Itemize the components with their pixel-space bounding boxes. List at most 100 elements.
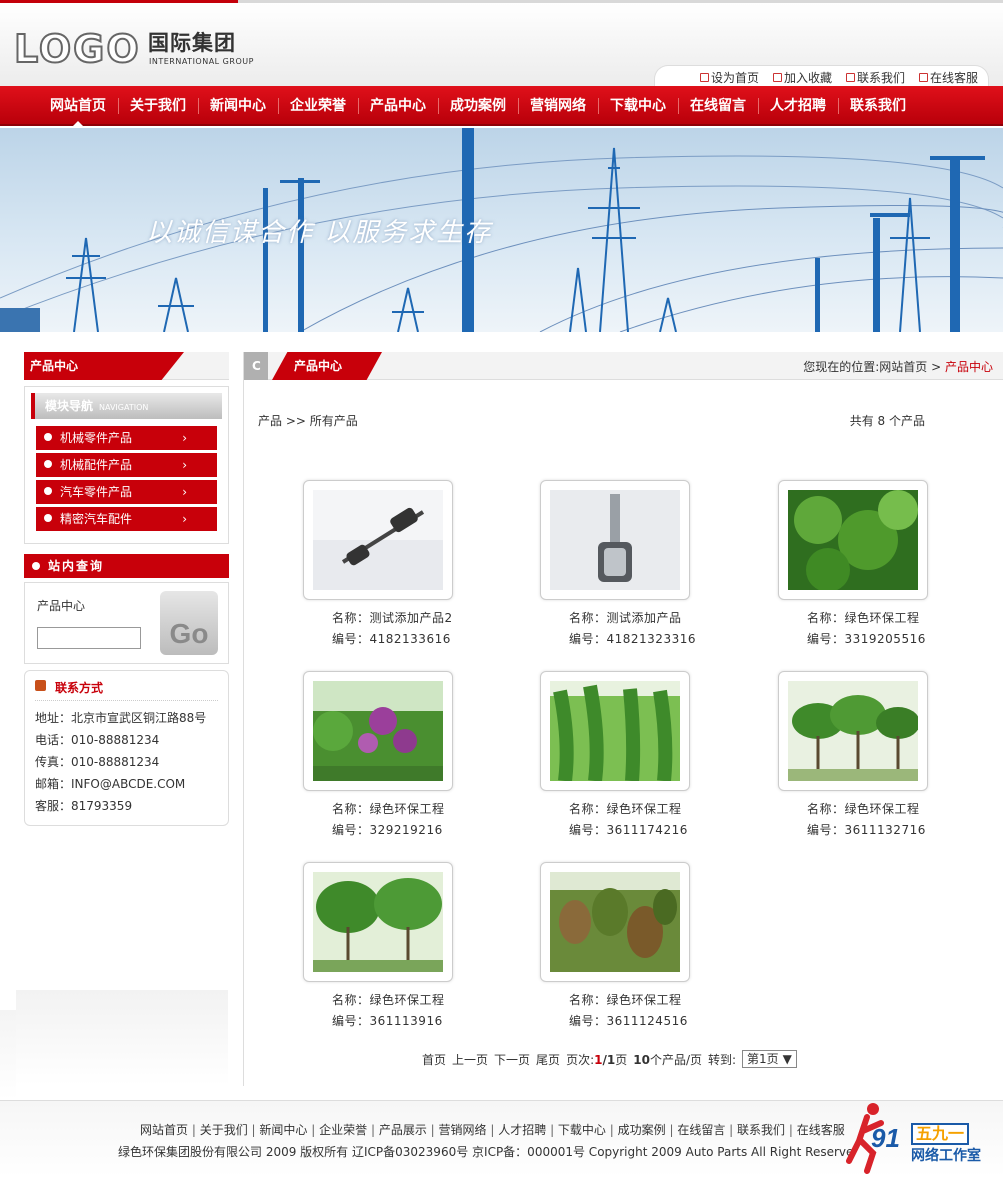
chat-icon [918, 73, 928, 82]
go-button[interactable]: Go [160, 591, 218, 655]
header: LOGO 国际集团 INTERNATIONAL GROUP 设为首页 加入收藏 … [0, 0, 1003, 89]
nav-message[interactable]: 在线留言 [678, 86, 758, 126]
product-thumbnail[interactable] [303, 671, 453, 791]
product-card[interactable]: 名称：绿色环保工程编号：3611174216 [525, 671, 725, 841]
add-favorite-link[interactable]: 加入收藏 [772, 69, 832, 86]
product-image [313, 872, 443, 972]
product-name[interactable]: 名称：测试添加产品2 [332, 608, 488, 629]
nav-about[interactable]: 关于我们 [118, 86, 198, 126]
product-thumbnail[interactable] [540, 671, 690, 791]
nav-network[interactable]: 营销网络 [518, 86, 598, 126]
sidebar: 产品中心 模块导航NAVIGATION 机械零件产品 机械配件产品 汽车零件产品… [24, 352, 229, 826]
footer-link-honors[interactable]: 企业荣誉 [311, 1123, 367, 1137]
product-name[interactable]: 名称：绿色环保工程 [332, 799, 488, 820]
logo[interactable]: LOGO [13, 28, 141, 70]
main-header: C 产品中心 您现在的位置:网站首页 > 产品中心 [244, 352, 1003, 380]
contact-title: 联系方式 [35, 679, 218, 701]
pager-last[interactable]: 尾页 [536, 1051, 560, 1068]
footer-link-network[interactable]: 营销网络 [431, 1123, 487, 1137]
product-code: 编号：3611124516 [569, 1014, 688, 1028]
footer-link-about[interactable]: 关于我们 [192, 1123, 248, 1137]
product-card[interactable]: 名称：测试添加产品2 编号：4182133616 [288, 480, 488, 650]
main-content: C 产品中心 您现在的位置:网站首页 > 产品中心 产品 >> 所有产品 共有 … [244, 352, 1003, 1086]
product-info: 名称：测试添加产品2 编号：4182133616 [288, 608, 488, 650]
product-thumbnail[interactable] [303, 862, 453, 982]
footer-link-news[interactable]: 新闻中心 [252, 1123, 308, 1137]
footer-link-message[interactable]: 在线留言 [669, 1123, 725, 1137]
sidebar-item-mechanical-parts[interactable]: 机械零件产品 [36, 426, 217, 450]
contact-email: 邮箱：INFO@ABCDE.COM [35, 777, 186, 791]
page-select[interactable]: 第1页 ▼ [742, 1050, 797, 1068]
contact-box: 联系方式 地址：北京市宣武区铜江路88号 电话：010-88881234 传真：… [24, 670, 229, 826]
product-code: 编号：4182133616 [332, 632, 451, 646]
product-name[interactable]: 名称：绿色环保工程 [569, 799, 725, 820]
studio-logo[interactable]: 91 五九一 网络工作室 [843, 1101, 993, 1177]
brand-top: 五九一 [911, 1123, 970, 1145]
nav-products[interactable]: 产品中心 [358, 86, 438, 126]
footer-link-contact[interactable]: 联系我们 [729, 1123, 785, 1137]
product-code: 编号：3611174216 [569, 823, 688, 837]
footer-link-jobs[interactable]: 人才招聘 [490, 1123, 546, 1137]
product-card[interactable]: 名称：绿色环保工程 编号：3319205516 [763, 480, 963, 650]
contact-us-link[interactable]: 联系我们 [845, 69, 905, 86]
product-name[interactable]: 名称：绿色环保工程 [807, 608, 963, 629]
sidebar-item-mechanical-accessories[interactable]: 机械配件产品 [36, 453, 217, 477]
banner: 以诚信谋合作 以服务求生存 [0, 128, 1003, 332]
main-c-tab: C [244, 352, 268, 380]
footer-link-downloads[interactable]: 下载中心 [550, 1123, 606, 1137]
home-icon [699, 73, 709, 82]
chevron-down-icon: ▼ [782, 1052, 792, 1066]
pagination: 首页 上一页 下一页 尾页 页次:1/1页 10个产品/页 转到: 第1页 ▼ [422, 1050, 797, 1068]
pager-prev[interactable]: 上一页 [452, 1051, 488, 1068]
pager-first[interactable]: 首页 [422, 1051, 446, 1068]
company-name: 国际集团 [148, 31, 236, 55]
product-image [313, 681, 443, 781]
product-card[interactable]: 名称：绿色环保工程编号：3611132716 [763, 671, 963, 841]
nav-news[interactable]: 新闻中心 [198, 86, 278, 126]
online-service-link[interactable]: 在线客服 [918, 69, 978, 86]
product-code: 编号：329219216 [332, 823, 443, 837]
product-card[interactable]: 名称：绿色环保工程 编号：361113916 [288, 862, 488, 1032]
search-input[interactable] [37, 627, 141, 649]
product-card[interactable]: 名称：测试添加产品 编号：41821323316 [525, 480, 725, 650]
set-homepage-link[interactable]: 设为首页 [699, 69, 759, 86]
nav-cases[interactable]: 成功案例 [438, 86, 518, 126]
product-name[interactable]: 名称：绿色环保工程 [569, 990, 725, 1011]
product-thumbnail[interactable] [540, 480, 690, 600]
product-name[interactable]: 名称：测试添加产品 [569, 608, 725, 629]
product-name[interactable]: 名称：绿色环保工程 [807, 799, 963, 820]
nav-downloads[interactable]: 下载中心 [598, 86, 678, 126]
product-image [788, 681, 918, 781]
footer-link-products[interactable]: 产品展示 [371, 1123, 427, 1137]
product-info: 名称：绿色环保工程编号：3611174216 [525, 799, 725, 841]
footer: 网站首页 关于我们 新闻中心 企业荣誉 产品展示 营销网络 人才招聘 下载中心 … [0, 1100, 1003, 1177]
product-card[interactable]: 名称：绿色环保工程编号：329219216 [288, 671, 488, 841]
product-image [550, 872, 680, 972]
product-thumbnail[interactable] [303, 480, 453, 600]
product-name[interactable]: 名称：绿色环保工程 [332, 990, 488, 1011]
product-thumbnail[interactable] [778, 671, 928, 791]
product-code: 编号：3611132716 [807, 823, 926, 837]
product-info: 名称：绿色环保工程 编号：361113916 [288, 990, 488, 1032]
footer-link-cases[interactable]: 成功案例 [610, 1123, 666, 1137]
nav-jobs[interactable]: 人才招聘 [758, 86, 838, 126]
nav-contact[interactable]: 联系我们 [838, 86, 918, 126]
pager-next[interactable]: 下一页 [494, 1051, 530, 1068]
nav-home[interactable]: 网站首页 [38, 86, 118, 126]
page-title: 产品中心 [272, 352, 382, 380]
product-thumbnail[interactable] [778, 480, 928, 600]
footer-link-service[interactable]: 在线客服 [789, 1123, 845, 1137]
footer-link-home[interactable]: 网站首页 [140, 1123, 188, 1137]
sidebar-item-auto-parts[interactable]: 汽车零件产品 [36, 480, 217, 504]
product-image [550, 490, 680, 590]
product-thumbnail[interactable] [540, 862, 690, 982]
decor-left-edge [0, 1010, 16, 1100]
sidebar-item-precision-auto[interactable]: 精密汽车配件 [36, 507, 217, 531]
product-card[interactable]: 名称：绿色环保工程编号：3611124516 [525, 862, 725, 1032]
header-accent-bar [0, 0, 238, 3]
contact-phone: 电话：010-88881234 [35, 733, 160, 747]
product-info: 名称：绿色环保工程编号：329219216 [288, 799, 488, 841]
breadcrumb-current[interactable]: 产品中心 [945, 360, 993, 374]
banner-slogan: 以诚信谋合作 以服务求生存 [146, 218, 493, 248]
nav-honors[interactable]: 企业荣誉 [278, 86, 358, 126]
